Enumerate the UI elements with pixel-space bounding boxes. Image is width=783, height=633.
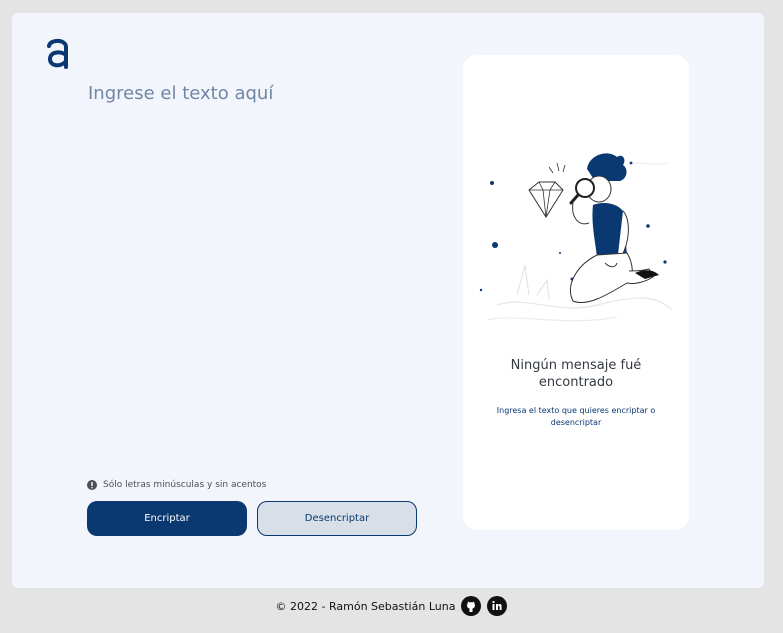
input-hint: Sólo letras minúsculas y sin acentos	[87, 480, 266, 490]
message-input[interactable]	[88, 83, 418, 473]
footer-text: © 2022 - Ramón Sebastián Luna	[275, 599, 456, 613]
empty-state-subtitle: Ingresa el texto que quieres encriptar o…	[496, 406, 656, 427]
output-panel: Ningún mensaje fué encontrado Ingresa el…	[463, 55, 689, 530]
linkedin-icon[interactable]	[487, 596, 508, 616]
hint-text: Sólo letras minúsculas y sin acentos	[103, 480, 267, 490]
main-card: Sólo letras minúsculas y sin acentos Enc…	[12, 13, 764, 588]
person-with-magnifier-illustration	[479, 153, 673, 322]
info-icon	[87, 480, 97, 490]
empty-state-title: Ningún mensaje fué encontrado	[510, 358, 642, 390]
footer: © 2022 - Ramón Sebastián Luna	[0, 594, 783, 618]
encrypt-button[interactable]: Encriptar	[87, 501, 247, 536]
decrypt-button[interactable]: Desencriptar	[257, 501, 417, 536]
logo-icon	[47, 38, 68, 69]
github-icon[interactable]	[461, 596, 482, 616]
